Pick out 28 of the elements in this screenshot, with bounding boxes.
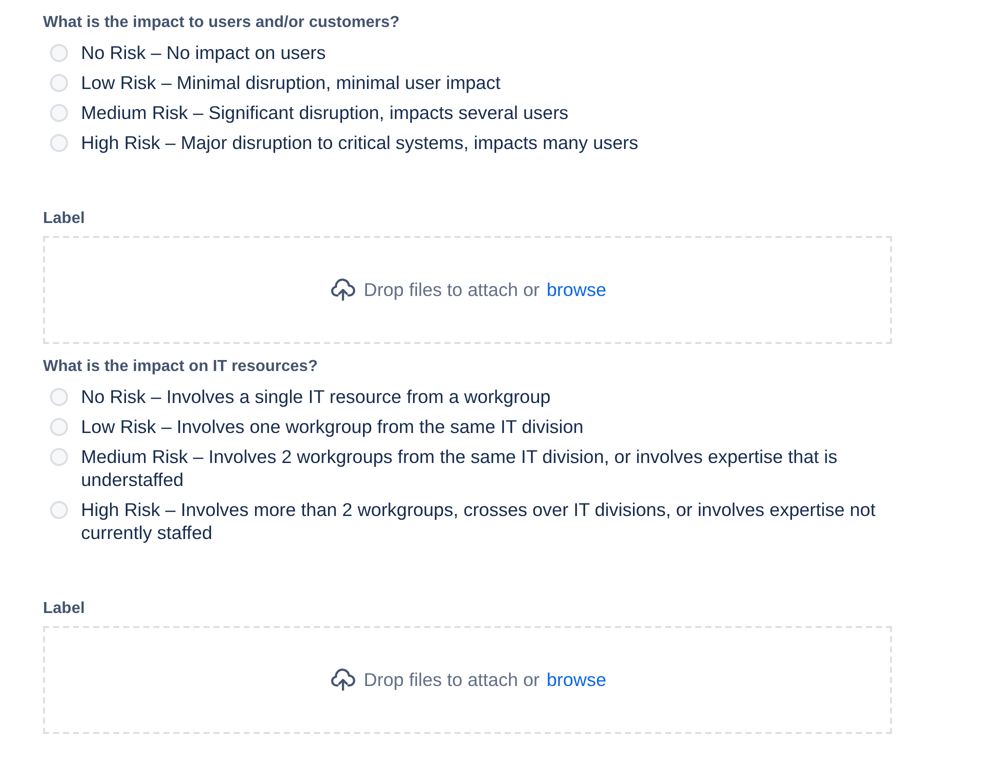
radio-button[interactable] — [50, 134, 68, 152]
cloud-upload-icon — [328, 667, 357, 693]
option-label: Low Risk – Involves one workgroup from the same IT division — [81, 415, 584, 438]
radio-button[interactable] — [50, 501, 68, 519]
option-label: No Risk – No impact on users — [81, 41, 326, 64]
field-label: Label — [43, 209, 86, 229]
radio-button[interactable] — [50, 104, 68, 122]
radio-button[interactable] — [50, 74, 68, 92]
question-label: What is the impact to users and/or customers? — [43, 13, 401, 33]
drop-hint: Drop files to attach or — [364, 668, 540, 692]
option-label: Medium Risk – Significant disruption, impacts several users — [81, 101, 568, 124]
browse-link[interactable]: browse — [546, 276, 606, 304]
option-label: Low Risk – Minimal disruption, minimal user impact — [81, 71, 500, 94]
cloud-upload-icon — [328, 277, 357, 303]
radio-button[interactable] — [50, 418, 68, 436]
field-label: Label — [43, 599, 86, 619]
radio-button[interactable] — [50, 388, 68, 406]
question-label: What is the impact on IT resources? — [43, 357, 319, 377]
drop-hint: Drop files to attach or — [364, 278, 540, 302]
option-label: No Risk – Involves a single IT resource from a workgroup — [81, 385, 551, 408]
browse-link[interactable]: browse — [546, 666, 606, 694]
option-label: High Risk – Major disruption to critical systems, impacts many users — [81, 131, 638, 154]
radio-button[interactable] — [50, 448, 68, 466]
file-drop-zone[interactable]: Drop files to attach or browse — [43, 236, 892, 344]
radio-button[interactable] — [50, 44, 68, 62]
option-label: High Risk – Involves more than 2 workgroups, crosses over IT divisions, or involves expertise not currently staffed — [81, 498, 876, 544]
file-drop-zone[interactable]: Drop files to attach or browse — [43, 626, 892, 734]
option-label: Medium Risk – Involves 2 workgroups from the same IT division, or involves expertise that is understaffed — [81, 445, 838, 491]
